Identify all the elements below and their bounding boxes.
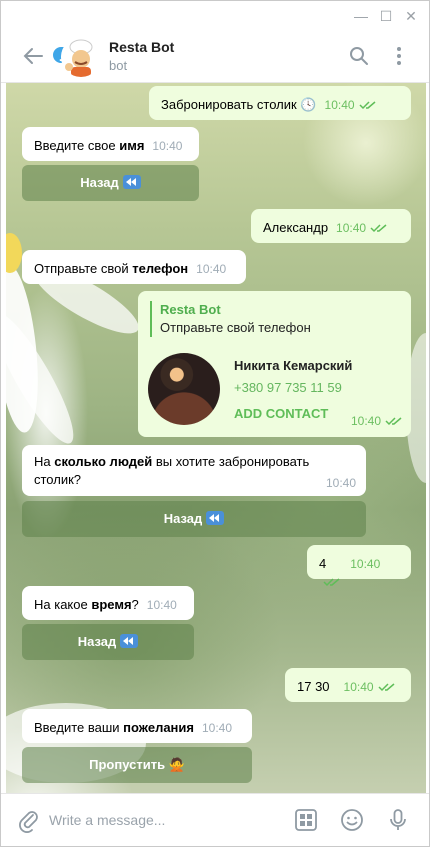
rewind-icon <box>206 511 225 525</box>
message-time: 10:40 <box>343 680 374 694</box>
double-check-icon <box>370 220 388 238</box>
close-icon[interactable]: ✕ <box>401 7 421 25</box>
emoji-icon[interactable] <box>339 807 365 833</box>
message-text: Введите ваши <box>34 720 124 735</box>
maximize-icon[interactable]: ☐ <box>376 7 396 25</box>
incoming-message[interactable]: Введите свое имя 10:40 <box>22 127 199 161</box>
arrow-left-icon <box>23 48 43 64</box>
incoming-message[interactable]: Введите ваши пожелания 10:40 <box>22 709 252 743</box>
more-options-icon[interactable] <box>387 44 411 68</box>
message-time: 10:40 <box>336 221 367 235</box>
incoming-message[interactable]: На какое время? 10:40 <box>22 586 194 620</box>
back-keyboard-button[interactable]: Назад <box>22 165 199 201</box>
message-text: 17 30 <box>297 679 330 694</box>
double-check-icon <box>385 413 403 431</box>
double-check-icon <box>378 679 396 697</box>
button-label: Назад <box>77 634 117 649</box>
chat-title: Resta Bot <box>109 39 175 55</box>
contact-photo[interactable] <box>148 353 220 425</box>
message-bold-text: пожелания <box>123 720 194 735</box>
message-text: ? <box>131 597 139 612</box>
reply-quote[interactable]: Resta Bot Отправьте свой телефон <box>150 301 399 337</box>
rewind-icon <box>120 634 139 648</box>
button-label: Пропустить 🙅 <box>89 757 185 772</box>
chat-subtitle: bot <box>109 58 128 73</box>
message-time: 10:40 <box>325 476 356 490</box>
outgoing-message[interactable]: 4 10:40 <box>307 545 411 586</box>
microphone-icon[interactable] <box>385 807 411 833</box>
message-bold-text: телефон <box>132 261 189 276</box>
add-contact-button[interactable]: ADD CONTACT <box>234 405 328 423</box>
message-time: 10:40 <box>350 557 381 571</box>
outgoing-message[interactable]: 17 30 10:40 <box>285 668 411 702</box>
message-text: На какое <box>34 597 92 612</box>
button-label: Назад <box>80 175 119 190</box>
outgoing-contact-message[interactable]: Resta Bot Отправьте свой телефон Никита … <box>138 291 411 437</box>
message-bold-text: имя <box>119 138 145 153</box>
incoming-message[interactable]: На сколько людей вы хотите забронировать… <box>22 445 366 496</box>
reply-text: Отправьте свой телефон <box>160 320 311 335</box>
contact-name: Никита Кемарский <box>234 358 353 373</box>
chef-avatar-icon <box>61 37 101 77</box>
daisy-center <box>6 233 22 273</box>
attach-icon[interactable] <box>15 807 41 833</box>
back-button[interactable]: ..53 <box>21 41 88 71</box>
search-icon[interactable] <box>347 44 371 68</box>
reply-author: Resta Bot <box>160 302 221 317</box>
message-time: 10:40 <box>196 262 227 276</box>
double-check-icon <box>359 97 377 115</box>
message-time: 10:40 <box>324 98 355 112</box>
double-check-icon <box>323 574 341 592</box>
message-input[interactable] <box>49 807 279 833</box>
back-keyboard-button[interactable]: Назад <box>22 501 366 537</box>
message-time: 10:40 <box>146 598 177 612</box>
message-bold-text: время <box>91 597 132 612</box>
button-label: Назад <box>163 511 203 526</box>
skip-keyboard-button[interactable]: Пропустить 🙅 <box>22 747 252 783</box>
message-input-bar <box>1 793 429 846</box>
incoming-message[interactable]: Отправьте свой телефон 10:40 <box>22 250 246 284</box>
minimize-icon[interactable]: — <box>351 7 371 25</box>
back-keyboard-button[interactable]: Назад <box>22 624 194 660</box>
message-text: На <box>34 454 55 469</box>
telegram-window: — ☐ ✕ ..53 Resta Bot bot <box>0 0 430 847</box>
message-text: Введите свое <box>34 138 120 153</box>
contact-phone: +380 97 735 11 59 <box>234 380 342 395</box>
message-text: Отправьте свой <box>34 261 133 276</box>
chat-area[interactable]: Забронировать столик 🕓 10:40 Введите свое… <box>6 83 426 793</box>
chat-header: ..53 Resta Bot bot <box>1 29 429 83</box>
bot-avatar[interactable] <box>61 37 101 77</box>
message-text: 4 <box>319 556 327 571</box>
outgoing-message[interactable]: Александр 10:40 <box>251 209 411 243</box>
message-text: Александр <box>263 220 329 235</box>
rewind-icon <box>122 175 141 189</box>
outgoing-message[interactable]: Забронировать столик 🕓 10:40 <box>149 86 411 120</box>
message-time: 10:40 <box>350 414 381 429</box>
message-bold-text: сколько людей <box>54 454 153 469</box>
bot-keyboard-icon[interactable] <box>293 807 319 833</box>
message-meta: 10:40 <box>343 412 403 431</box>
message-text: Забронировать столик 🕓 <box>161 97 317 112</box>
window-titlebar: — ☐ ✕ <box>1 1 429 31</box>
message-time: 10:40 <box>152 139 183 153</box>
message-time: 10:40 <box>202 721 233 735</box>
